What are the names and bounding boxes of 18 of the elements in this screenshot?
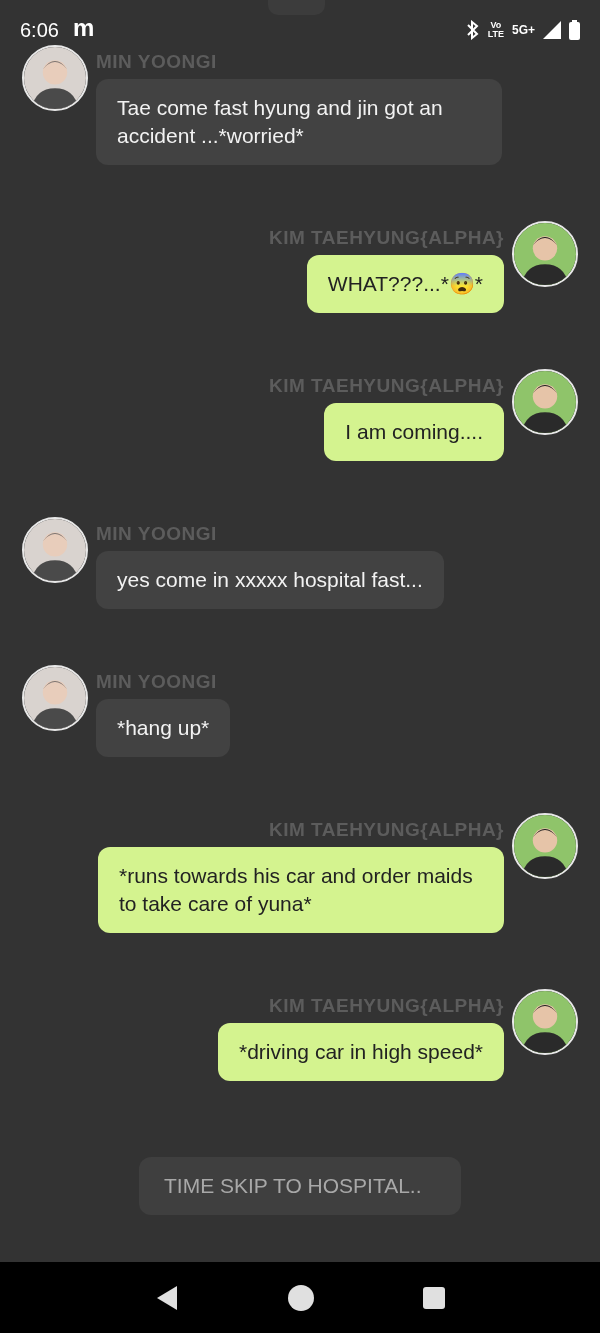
network-label: 5G+ bbox=[512, 23, 535, 37]
message-bubble: WHAT???...*😨* bbox=[306, 255, 504, 313]
message-bubble: Tae come fast hyung and jin got an accident ...*worried* bbox=[96, 79, 502, 165]
app-notification-icon: m bbox=[72, 16, 95, 40]
message-bubble: *driving car in high speed* bbox=[218, 1023, 504, 1081]
battery-icon bbox=[569, 20, 580, 40]
message-bubble: *runs towards his car and order maids to take care of yuna* bbox=[98, 847, 504, 933]
volte-label: LTE bbox=[487, 30, 504, 39]
clock: 6:06 bbox=[20, 18, 59, 42]
message-bubble: yes come in xxxxx hospital fast... bbox=[96, 551, 444, 609]
message-bubble: *hang up* bbox=[96, 699, 231, 757]
bluetooth-icon bbox=[465, 20, 480, 40]
signal-icon bbox=[543, 21, 561, 39]
volte-label: Vo bbox=[490, 21, 502, 30]
recents-icon[interactable] bbox=[423, 1286, 446, 1309]
home-icon[interactable] bbox=[288, 1284, 314, 1311]
narration-bubble: TIME SKIP TO HOSPITAL.. bbox=[139, 1157, 461, 1215]
message-bubble: I am coming.... bbox=[324, 403, 504, 461]
